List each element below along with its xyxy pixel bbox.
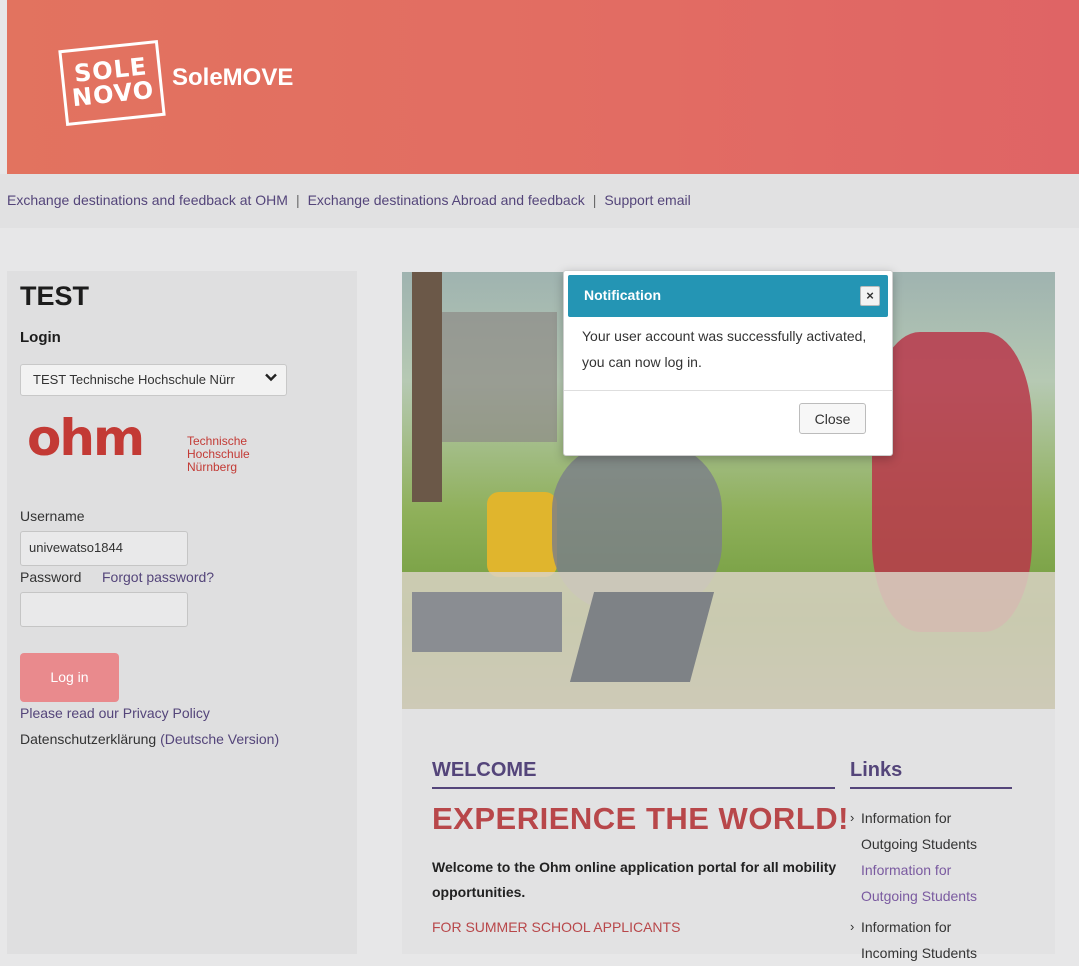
hero-backpack <box>487 492 557 577</box>
link-incoming-line1: Information for <box>861 919 952 935</box>
nav-separator: | <box>295 192 300 208</box>
experience-heading: EXPERIENCE THE WORLD! <box>432 801 849 836</box>
link-outgoing-line4: Outgoing Students <box>861 888 977 904</box>
brand-name: SoleMOVE <box>172 64 294 91</box>
datenschutz-text: Datenschutzerklärung <box>20 731 157 747</box>
hero-laptop-left <box>412 592 562 652</box>
hero-building <box>427 312 557 442</box>
welcome-text: Welcome to the Ohm online application po… <box>432 859 837 900</box>
links-heading: Links <box>850 759 903 781</box>
hero-laptop-right <box>569 592 715 682</box>
hero-tree <box>412 272 442 502</box>
link-outgoing-line3: Information for <box>861 862 952 878</box>
top-nav-links: Exchange destinations and feedback at OH… <box>7 192 691 208</box>
login-title: TEST <box>20 281 90 311</box>
username-field[interactable]: univewatso1844 <box>20 531 188 566</box>
forgot-password-link[interactable]: Forgot password? <box>102 569 214 585</box>
password-field[interactable] <box>20 592 188 627</box>
links-divider <box>850 787 1012 789</box>
login-subtitle: Login <box>20 329 61 346</box>
link-outgoing-line1: Information for <box>861 810 952 826</box>
ohm-logo-line3: Nürnberg <box>187 460 238 474</box>
link-outgoing-line2: Outgoing Students <box>861 836 977 852</box>
notification-modal: Notification × Your user account was suc… <box>563 270 893 456</box>
ohm-logo-subtitle: Technische Hochschule Nürnberg <box>187 435 277 474</box>
welcome-section: WELCOME EXPERIENCE THE WORLD! Welcome to… <box>402 709 1055 961</box>
header-banner: SOLE NOVO SoleMOVE <box>7 0 1079 174</box>
nav-link-ohm-destinations[interactable]: Exchange destinations and feedback at OH… <box>7 192 288 208</box>
top-nav: Exchange destinations and feedback at OH… <box>0 174 1079 228</box>
login-panel: TEST Login TEST Technische Hochschule Nü… <box>7 271 357 954</box>
welcome-divider <box>432 787 835 789</box>
chevron-right-icon: › <box>850 919 855 934</box>
nav-link-abroad-destinations[interactable]: Exchange destinations Abroad and feedbac… <box>308 192 585 208</box>
chevron-down-icon <box>264 370 278 387</box>
privacy-policy-link[interactable]: Please read our Privacy Policy <box>20 705 210 721</box>
modal-header: Notification × <box>568 275 888 317</box>
close-button[interactable]: Close <box>799 403 866 434</box>
link-outgoing-students[interactable]: › Information for Outgoing Students Info… <box>850 805 1010 909</box>
nav-link-support-email[interactable]: Support email <box>604 192 690 208</box>
username-label: Username <box>20 508 85 524</box>
solenovo-logo[interactable]: SOLE NOVO <box>58 39 166 127</box>
summer-school-heading: FOR SUMMER SCHOOL APPLICANTS <box>432 919 681 935</box>
ohm-logo-word: ohm <box>27 409 145 467</box>
chevron-right-icon: › <box>850 810 855 825</box>
datenschutz-german-link[interactable]: (Deutsche Version) <box>160 731 279 747</box>
link-incoming-students[interactable]: › Information for Incoming Students <box>850 914 1010 966</box>
welcome-heading: WELCOME <box>432 759 537 781</box>
link-incoming-line2: Incoming Students <box>861 945 977 961</box>
close-icon[interactable]: × <box>860 286 880 306</box>
modal-message: Your user account was successfully activ… <box>582 328 867 370</box>
nav-separator: | <box>592 192 597 208</box>
password-label: Password <box>20 569 82 585</box>
modal-divider <box>564 390 892 391</box>
login-button[interactable]: Log in <box>20 653 119 702</box>
datenschutz-line: Datenschutzerklärung (Deutsche Version) <box>20 731 279 747</box>
institution-select[interactable]: TEST Technische Hochschule Nürr <box>20 364 287 396</box>
modal-title: Notification <box>584 287 661 303</box>
institution-selected-value: TEST Technische Hochschule Nürr <box>33 372 235 387</box>
